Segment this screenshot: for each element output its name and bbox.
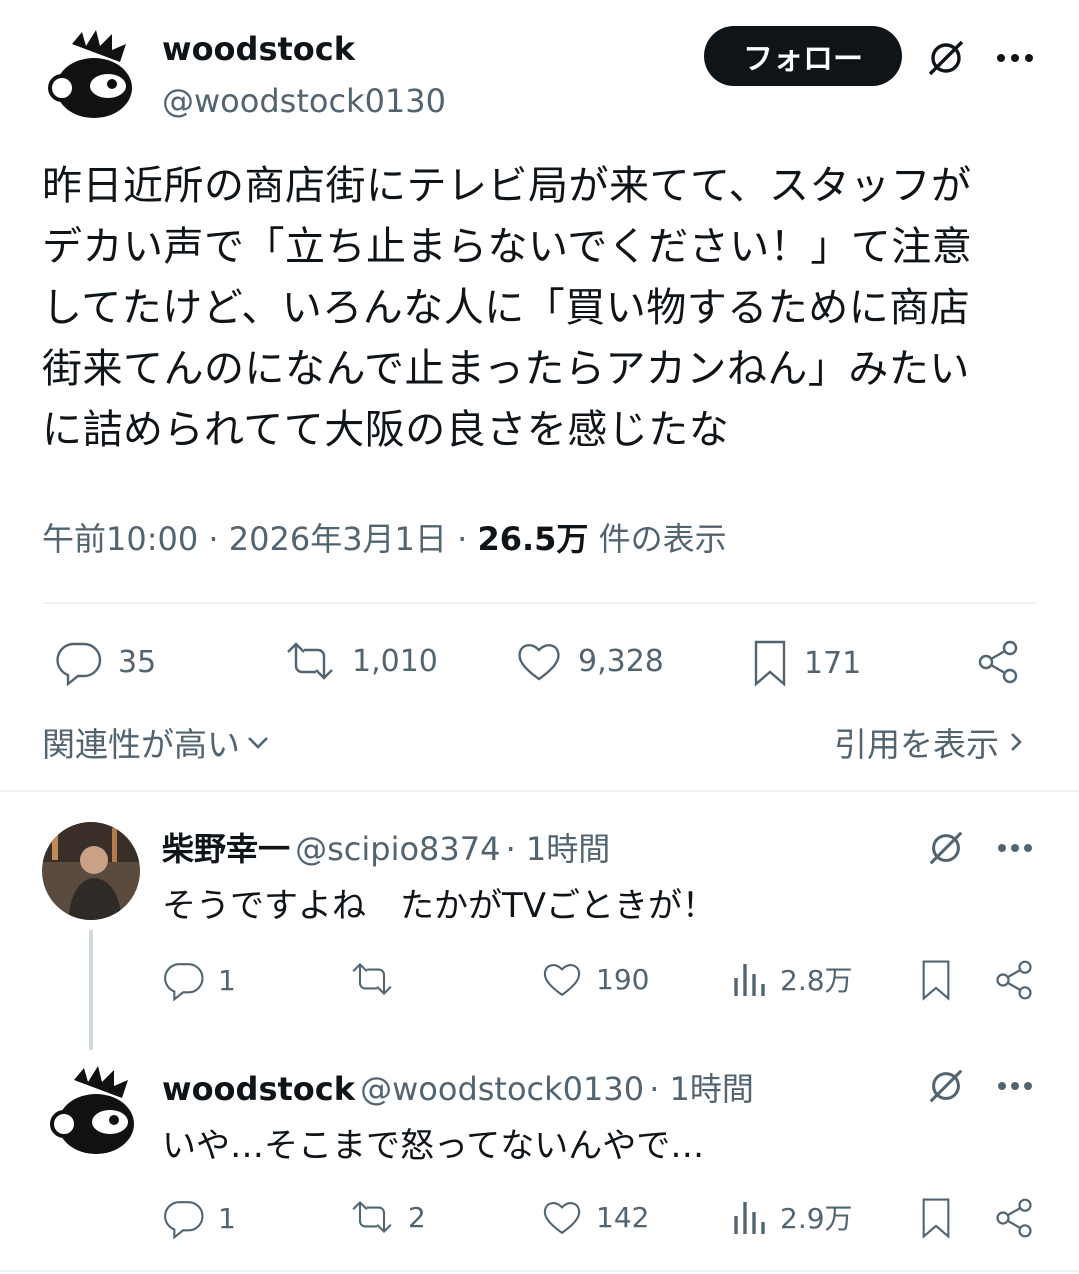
repost-button[interactable]: 2 <box>348 1196 426 1238</box>
analytics-icon <box>734 1202 765 1234</box>
like-button[interactable]: 190 <box>540 958 649 1000</box>
reply-count: 1 <box>218 963 236 997</box>
bookmark-button[interactable]: 171 <box>750 638 861 688</box>
tweet-text-line: 街来てんのになんで止まったらアカンねん」みたい <box>42 346 970 392</box>
user-photo-icon <box>42 822 140 920</box>
repost-count: 2 <box>408 1200 426 1234</box>
woodstock-avatar-icon <box>44 1062 140 1158</box>
tweet-time[interactable]: 午前10:00 <box>42 520 198 558</box>
reply-avatar[interactable] <box>42 822 140 920</box>
tweet-text: 昨日近所の商店街にテレビ局が来てて、スタッフが デカい声で「立ち止まらないでくだ… <box>42 156 1052 461</box>
repost-icon <box>352 962 392 996</box>
reply-author-name[interactable]: woodstock <box>162 1070 355 1108</box>
follow-button[interactable]: フォロー <box>704 26 902 86</box>
repost-button[interactable]: 1,010 <box>282 638 438 684</box>
repost-icon <box>352 1200 392 1234</box>
tweet-meta: 午前10:00 · 2026年3月1日 · 26.5万 件の表示 <box>42 520 727 558</box>
heart-icon <box>518 644 560 681</box>
like-count: 9,328 <box>578 643 664 679</box>
views-button[interactable]: 2.8万 <box>730 958 853 1000</box>
sort-label: 関連性が高い <box>42 725 240 764</box>
divider <box>0 790 1079 792</box>
reply-count: 1 <box>218 1201 236 1235</box>
heart-icon <box>543 964 581 997</box>
reply-author-handle[interactable]: @scipio8374 <box>295 830 500 868</box>
share-button[interactable] <box>992 1196 1036 1240</box>
like-button[interactable]: 142 <box>540 1196 649 1238</box>
divider <box>42 602 1037 604</box>
more-options-icon[interactable] <box>990 830 1040 866</box>
grok-icon[interactable] <box>922 34 970 82</box>
reply-header: 柴野幸一 @scipio8374 · 1時間 <box>162 824 610 870</box>
bookmark-icon <box>754 640 786 687</box>
tweet-text-line: 昨日近所の商店街にテレビ局が来てて、スタッフが <box>42 163 972 209</box>
views-button[interactable]: 2.9万 <box>730 1196 853 1238</box>
grok-icon[interactable] <box>924 1064 968 1108</box>
more-options-icon[interactable] <box>990 40 1040 76</box>
reply-text: いや…そこまで怒ってないんやで… <box>162 1126 705 1166</box>
share-button[interactable] <box>974 638 1022 686</box>
reply-author-name[interactable]: 柴野幸一 <box>162 830 290 868</box>
reply-author-handle[interactable]: @woodstock0130 <box>360 1070 644 1108</box>
view-count: 26.5万 <box>477 520 589 558</box>
thread-line <box>89 930 93 1050</box>
reply-time[interactable]: · 1時間 <box>506 830 611 868</box>
view-count: 2.9万 <box>780 1202 853 1235</box>
bookmark-button[interactable] <box>918 1196 954 1240</box>
sort-dropdown[interactable]: 関連性が高い <box>42 718 272 766</box>
share-icon <box>978 640 1018 684</box>
tweet-date[interactable]: 2026年3月1日 <box>229 520 447 558</box>
bookmark-icon <box>922 1198 950 1239</box>
reply-icon <box>164 963 204 1002</box>
reply-button[interactable]: 35 <box>54 638 156 686</box>
grok-icon[interactable] <box>924 826 968 870</box>
bookmark-count: 171 <box>804 645 862 681</box>
reply-avatar[interactable] <box>44 1062 140 1158</box>
chevron-down-icon <box>248 737 268 749</box>
share-button[interactable] <box>992 958 1036 1002</box>
reply-button[interactable]: 1 <box>162 958 236 1002</box>
reply-icon <box>164 1201 204 1240</box>
more-options-icon[interactable] <box>990 1068 1040 1104</box>
author-handle[interactable]: @woodstock0130 <box>162 82 446 120</box>
repost-button[interactable] <box>348 958 408 1000</box>
author-name[interactable]: woodstock <box>162 30 355 68</box>
view-count-label: 件の表示 <box>598 520 727 558</box>
share-icon <box>996 960 1032 1000</box>
heart-icon <box>543 1202 581 1235</box>
bookmark-button[interactable] <box>918 958 954 1002</box>
like-count: 190 <box>596 962 650 996</box>
share-icon <box>996 1198 1032 1238</box>
reply-button[interactable]: 1 <box>162 1196 236 1240</box>
author-avatar[interactable] <box>42 26 138 122</box>
reply-header: woodstock @woodstock0130 · 1時間 <box>162 1064 754 1110</box>
bookmark-icon <box>922 960 950 1001</box>
like-button[interactable]: 9,328 <box>514 638 664 684</box>
analytics-icon <box>734 964 765 996</box>
tweet-text-line: デカい声で「立ち止まらないでください！」て注意 <box>42 224 973 270</box>
tweet-text-line: に詰められてて大阪の良さを感じたな <box>42 407 730 453</box>
view-count: 2.8万 <box>780 964 853 997</box>
like-count: 142 <box>596 1200 650 1234</box>
view-quotes-link[interactable]: 引用を表示 <box>834 718 1027 766</box>
woodstock-avatar-icon <box>42 26 138 122</box>
tweet-text-line: してたけど、いろんな人に「買い物するために商店 <box>42 285 971 331</box>
repost-count: 1,010 <box>352 643 438 679</box>
divider <box>0 1270 1079 1272</box>
reply-icon <box>56 642 102 686</box>
reply-text: そうですよね たかがTVごときが！ <box>162 886 717 926</box>
repost-icon <box>287 642 333 680</box>
reply-count: 35 <box>118 644 157 680</box>
reply-time[interactable]: · 1時間 <box>649 1070 754 1108</box>
chevron-right-icon <box>1011 733 1022 751</box>
view-quotes-label: 引用を表示 <box>834 725 999 764</box>
